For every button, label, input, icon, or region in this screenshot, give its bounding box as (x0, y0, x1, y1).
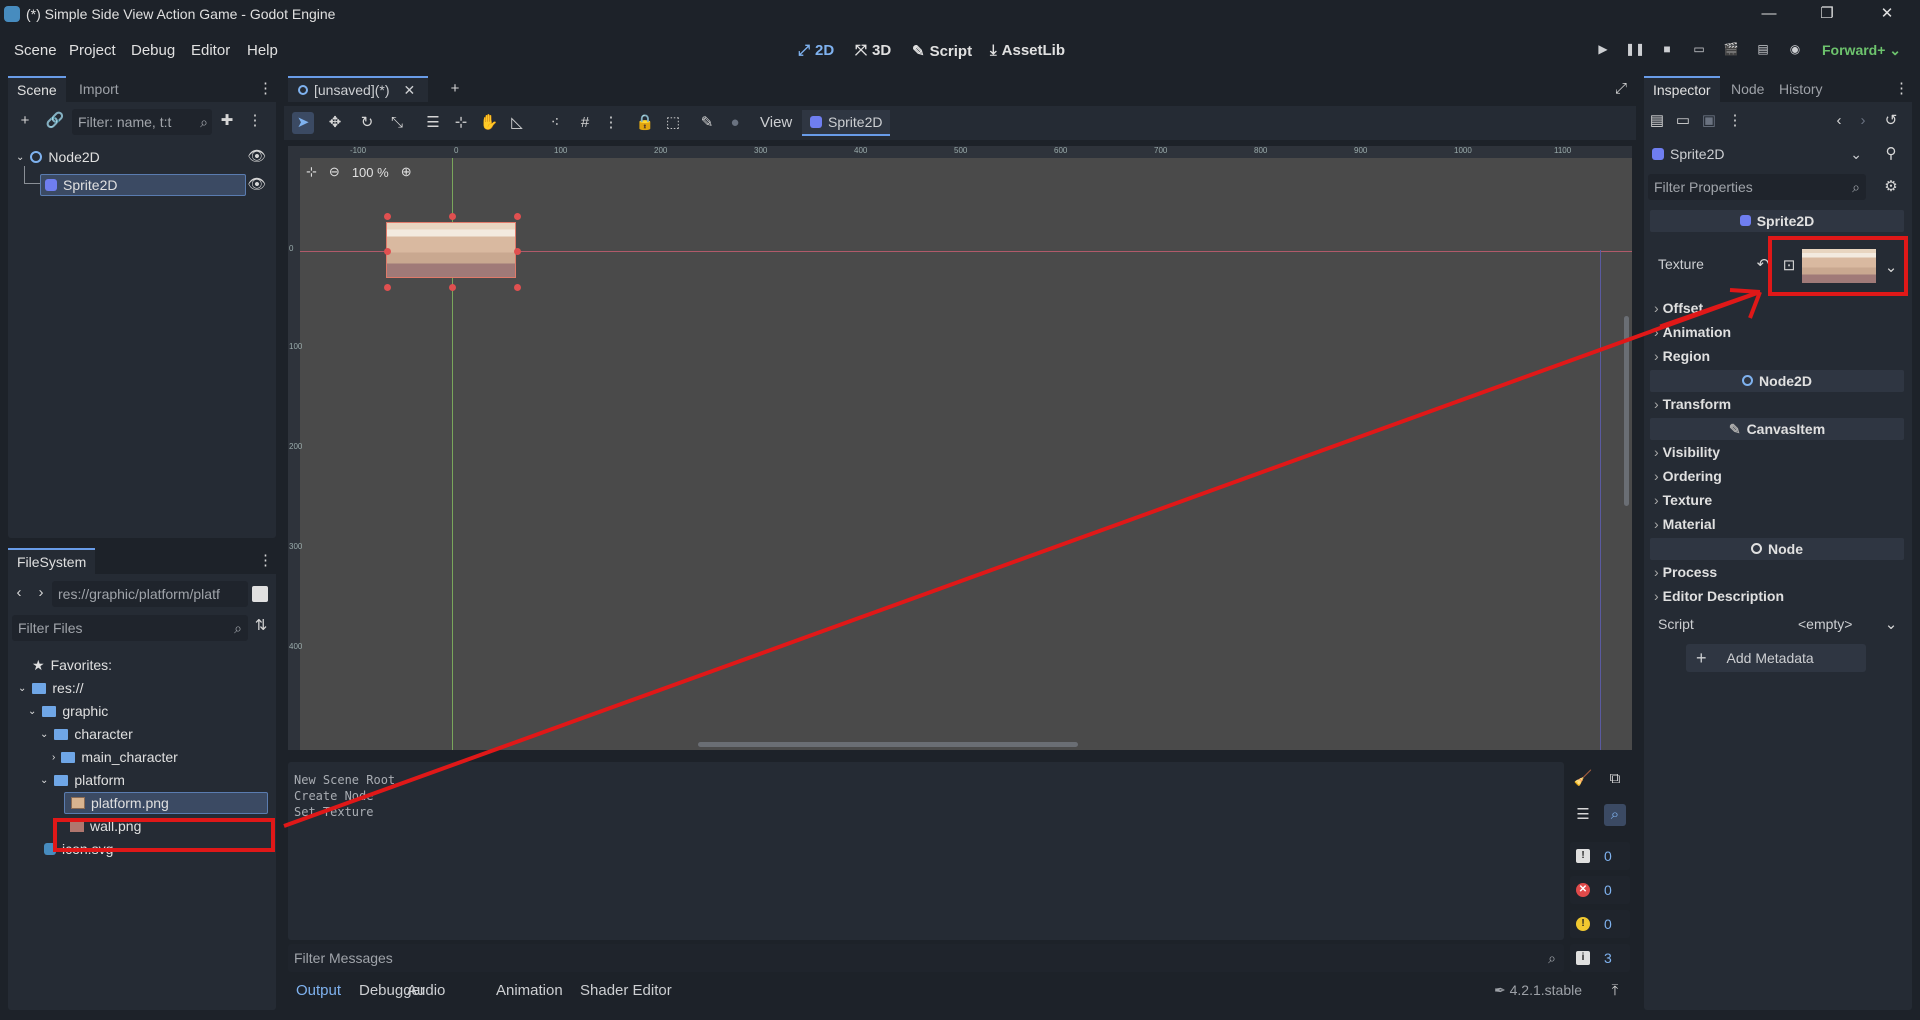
arrow-line (283, 290, 1761, 828)
arrow-secondary (1659, 290, 1759, 328)
annotation-arrow (283, 288, 1762, 828)
